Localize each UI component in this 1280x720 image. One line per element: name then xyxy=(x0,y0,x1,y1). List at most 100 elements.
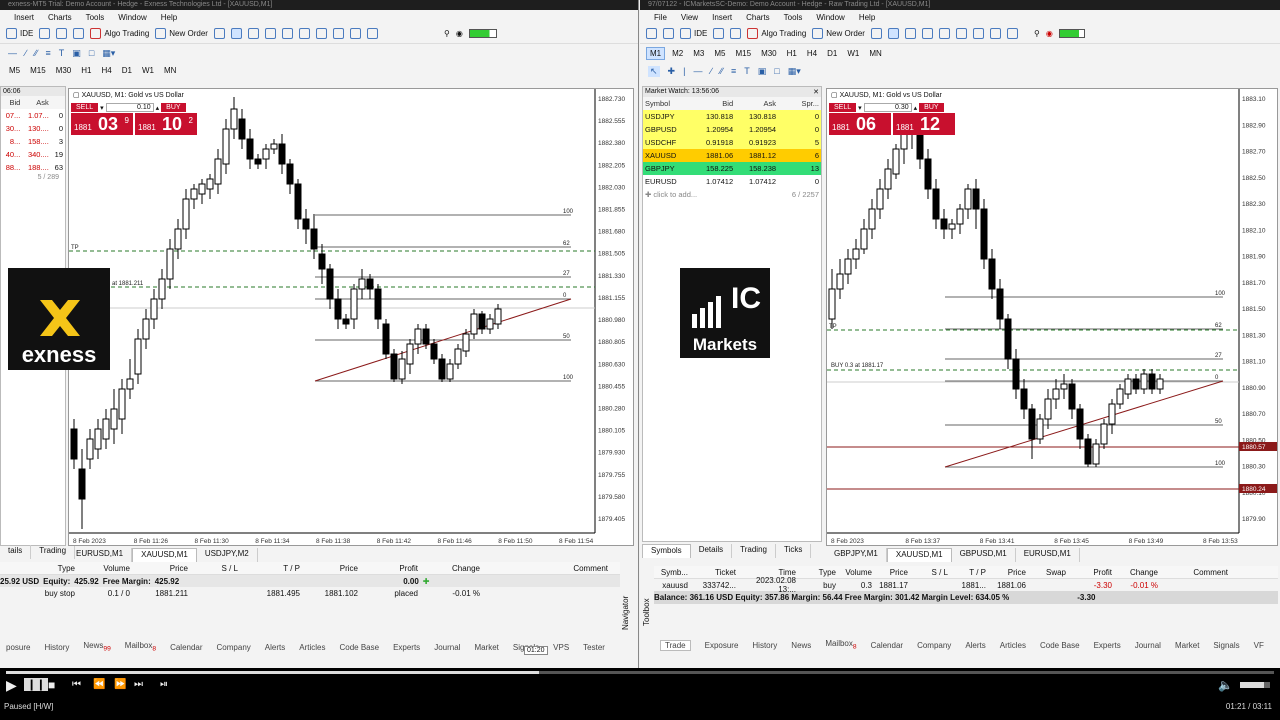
bid-price[interactable]: 1881 03 9 xyxy=(71,113,133,135)
toolbox-label[interactable]: Toolbox xyxy=(642,564,654,660)
tf-m5[interactable]: M5 xyxy=(711,48,728,59)
lot-up-icon[interactable]: ▴ xyxy=(156,104,160,112)
navigator-label[interactable]: Navigator xyxy=(621,566,635,660)
zoom-in-icon[interactable] xyxy=(264,28,276,39)
trendline-icon[interactable]: ∕ xyxy=(710,66,712,76)
play-icon[interactable]: ▶ xyxy=(6,677,17,694)
tf-d1[interactable]: D1 xyxy=(824,48,840,59)
cloud-icon[interactable] xyxy=(56,28,68,39)
menu-insert[interactable]: Insert xyxy=(14,13,34,22)
menu-window[interactable]: Window xyxy=(816,13,844,22)
position-row[interactable]: xauusd 333742... 2023.02.08 13:... buy 0… xyxy=(654,576,1278,594)
more-tools-icon[interactable]: ▦▾ xyxy=(788,66,801,77)
tab-trading[interactable]: Trading xyxy=(732,544,776,558)
xauusd-chart[interactable]: 1883.10 1882.90 1882.70 1882.50 1882.30 1882.… xyxy=(826,88,1278,546)
hline-icon[interactable]: — xyxy=(693,66,702,76)
lot-up-icon[interactable]: ▴ xyxy=(914,104,918,112)
tab-xauusd[interactable]: XAUUSD,M1 xyxy=(886,548,952,562)
channel-icon[interactable]: ∕∕ xyxy=(35,48,38,58)
vline-icon[interactable]: | xyxy=(683,66,685,76)
trendline[interactable] xyxy=(944,380,1224,468)
buy-button[interactable]: BUY xyxy=(919,103,944,112)
shapes-icon[interactable]: □ xyxy=(89,48,94,58)
tf-w1[interactable]: W1 xyxy=(844,48,862,59)
xauusd-chart[interactable]: 1882.730 1882.555 1882.380 1882.205 1882.030… xyxy=(68,88,634,546)
tab-eurusd[interactable]: EURUSD,M1 xyxy=(1016,548,1080,562)
zoom-out-icon[interactable] xyxy=(938,28,950,39)
bar-chart-icon[interactable] xyxy=(213,28,225,39)
market-watch-row[interactable]: XAUUSD 1881.06 1881.12 6 xyxy=(643,149,821,162)
tf-h1[interactable]: H1 xyxy=(78,65,94,76)
market-watch-row[interactable]: GBPUSD 1.20954 1.20954 0 xyxy=(643,123,821,136)
bid-price[interactable]: 1881 06 xyxy=(829,113,891,135)
ide-button[interactable]: IDE xyxy=(6,28,33,39)
fibo-icon[interactable]: ≡ xyxy=(731,66,736,76)
profiles-icon[interactable] xyxy=(663,28,674,39)
forward-icon[interactable]: ⏩ xyxy=(114,679,126,690)
pause-icon[interactable]: ❙❙ xyxy=(24,678,49,691)
lot-input[interactable]: 0.30 xyxy=(863,103,912,112)
hline-icon[interactable]: — xyxy=(8,48,17,58)
crosshair-icon[interactable]: ✚ xyxy=(668,66,676,77)
seek-bar[interactable] xyxy=(6,671,1274,674)
tf-h4[interactable]: H4 xyxy=(804,48,820,59)
volume-slider[interactable] xyxy=(1240,682,1270,688)
shift-icon[interactable] xyxy=(989,28,1001,39)
rewind-icon[interactable]: ⏪ xyxy=(93,679,105,690)
screenshot-icon[interactable] xyxy=(366,28,378,39)
grid-icon[interactable] xyxy=(955,28,967,39)
pending-order-row[interactable]: buy stop 0.1 / 0 1881.211 1881.495 1881.… xyxy=(0,587,620,599)
price-chart-svg[interactable]: 1883.10 1882.90 1882.70 1882.50 1882.30 1882.… xyxy=(827,89,1278,546)
search-icon[interactable]: ⚲ xyxy=(1034,29,1040,38)
add-symbol[interactable]: ✚ click to add... xyxy=(643,188,778,201)
close-icon[interactable]: ✕ xyxy=(813,88,819,96)
algo-trading-button[interactable]: Algo Trading xyxy=(747,28,806,39)
tab-gbpjpy[interactable]: GBPJPY,M1 xyxy=(826,548,887,562)
line-chart-icon[interactable] xyxy=(904,28,916,39)
frame-step-icon[interactable]: ⏯ xyxy=(160,679,168,690)
lot-input[interactable]: 0.10 xyxy=(105,103,154,112)
tab-symbols[interactable]: Symbols xyxy=(642,544,691,558)
screenshot-icon[interactable] xyxy=(1006,28,1018,39)
indicators-icon[interactable] xyxy=(349,28,361,39)
menu-charts[interactable]: Charts xyxy=(48,13,72,22)
tf-h1[interactable]: H1 xyxy=(784,48,800,59)
tf-m5[interactable]: M5 xyxy=(6,65,23,76)
market-watch-row[interactable]: 88... 188.... 63 xyxy=(1,161,65,174)
menu-view[interactable]: View xyxy=(681,13,698,22)
market-watch-row[interactable]: 40... 340.... 19 xyxy=(1,148,65,161)
tf-m30[interactable]: M30 xyxy=(53,65,75,76)
trendline-icon[interactable]: ∕ xyxy=(25,48,27,58)
grid-icon[interactable] xyxy=(298,28,310,39)
market-watch-row[interactable]: GBPJPY 158.225 158.238 13 xyxy=(643,162,821,175)
ide-button[interactable]: IDE xyxy=(680,28,707,39)
tab-ticks[interactable]: Ticks xyxy=(776,544,812,558)
menu-tools[interactable]: Tools xyxy=(784,13,803,22)
tf-m30[interactable]: M30 xyxy=(758,48,780,59)
volume-icon[interactable]: 🔈 xyxy=(1218,678,1233,692)
add-icon[interactable]: ✚ xyxy=(423,577,430,586)
zoom-in-icon[interactable] xyxy=(921,28,933,39)
menu-help[interactable]: Help xyxy=(859,13,875,22)
tf-mn[interactable]: MN xyxy=(161,65,179,76)
sell-button[interactable]: SELL xyxy=(829,103,857,112)
tf-m1[interactable]: M1 xyxy=(646,46,666,60)
tf-d1[interactable]: D1 xyxy=(119,65,135,76)
fibo-icon[interactable]: ≡ xyxy=(46,48,51,58)
bar-chart-icon[interactable] xyxy=(870,28,882,39)
line-chart-icon[interactable] xyxy=(247,28,259,39)
lot-down-icon[interactable]: ▾ xyxy=(858,104,862,112)
tf-mn[interactable]: MN xyxy=(866,48,884,59)
market-watch-row[interactable]: USDCHF 0.91918 0.91923 5 xyxy=(643,136,821,149)
tf-m15[interactable]: M15 xyxy=(27,65,49,76)
menu-tools[interactable]: Tools xyxy=(86,13,105,22)
ask-price[interactable]: 1881 12 xyxy=(893,113,955,135)
ask-price[interactable]: 1881 10 2 xyxy=(135,113,197,135)
menu-window[interactable]: Window xyxy=(118,13,146,22)
menu-help[interactable]: Help xyxy=(161,13,177,22)
cloud-icon[interactable] xyxy=(730,28,742,39)
new-order-button[interactable]: New Order xyxy=(155,28,208,39)
buy-button[interactable]: BUY xyxy=(161,103,186,112)
candles-icon[interactable] xyxy=(230,28,242,39)
new-order-button[interactable]: New Order xyxy=(812,28,865,39)
